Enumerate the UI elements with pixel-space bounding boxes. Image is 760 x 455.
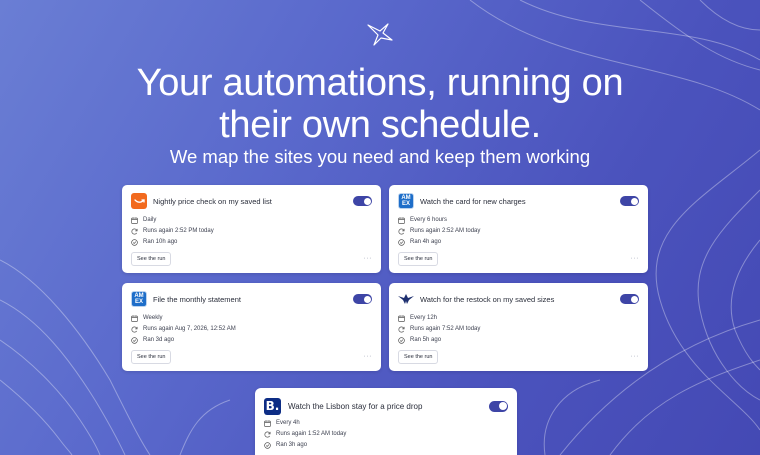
next-run-row: Runs again 7:52 AM today: [398, 324, 480, 334]
see-the-run-button[interactable]: See the run: [398, 252, 439, 266]
last-run-text: Ran 3h ago: [276, 442, 308, 448]
check-circle-icon: [131, 238, 138, 246]
check-circle-icon: [398, 238, 405, 246]
refresh-icon: [398, 228, 405, 235]
last-run-text: Ran 4h ago: [410, 239, 442, 245]
frequency-text: Daily: [143, 217, 157, 223]
last-run-row: Ran 10h ago: [131, 237, 177, 247]
calendar-icon: [264, 419, 271, 427]
check-circle-icon: [398, 336, 405, 344]
frequency-row: Daily: [131, 215, 156, 225]
enabled-toggle[interactable]: [620, 196, 639, 206]
check-circle-icon: [264, 441, 271, 449]
last-run-row: Ran 3d ago: [131, 335, 174, 345]
next-run-row: Runs again Aug 7, 2026, 12:52 AM: [131, 324, 236, 334]
frequency-row: Every 12h: [398, 313, 437, 323]
frequency-text: Every 12h: [410, 315, 438, 321]
hero-subheadline: We map the sites you need and keep them …: [169, 146, 591, 167]
next-run-row: Runs again 2:52 PM today: [131, 226, 214, 236]
hero-headline: Your automations, running on their own s…: [0, 62, 760, 146]
last-run-row: Ran 3h ago: [264, 440, 307, 450]
more-options-icon[interactable]: ···: [364, 353, 373, 360]
enabled-toggle[interactable]: [353, 294, 372, 304]
frequency-text: Every 6 hours: [410, 217, 448, 223]
frequency-row: Every 6 hours: [398, 215, 447, 225]
calendar-icon: [131, 314, 138, 322]
next-run-text: Runs again 7:52 AM today: [410, 326, 481, 332]
last-run-text: Ran 10h ago: [143, 239, 178, 245]
enabled-toggle[interactable]: [489, 400, 508, 412]
see-the-run-button[interactable]: See the run: [131, 252, 172, 266]
next-run-row: Runs again 2:52 AM today: [398, 226, 480, 236]
bird-logo-icon: [398, 291, 414, 307]
automation-card[interactable]: AM EX File the monthly statement Weekly …: [122, 283, 381, 371]
more-options-icon[interactable]: ···: [364, 255, 373, 262]
automation-card[interactable]: Watch for the restock on my saved sizes …: [389, 283, 648, 371]
next-run-text: Runs again Aug 7, 2026, 12:52 AM: [143, 326, 236, 332]
amex-icon: AM EX: [398, 193, 414, 209]
frequency-row: Every 4h: [264, 418, 300, 428]
frequency-text: Weekly: [143, 315, 163, 321]
refresh-icon: [131, 228, 138, 235]
frequency-text: Every 4h: [276, 420, 300, 426]
refresh-icon: [264, 431, 271, 438]
next-run-text: Runs again 2:52 AM today: [410, 228, 481, 234]
brand-logo-icon: [367, 23, 393, 46]
headline-line-1: Your automations, running on: [136, 62, 624, 104]
refresh-icon: [398, 326, 405, 333]
automation-card[interactable]: Nightly price check on my saved list Dai…: [122, 185, 381, 273]
refresh-icon: [131, 326, 138, 333]
booking-icon: B.: [264, 397, 281, 415]
next-run-text: Runs again 2:52 PM today: [143, 228, 214, 234]
last-run-text: Ran 3d ago: [143, 337, 175, 343]
automation-card[interactable]: B. Watch the Lisbon stay for a price dro…: [255, 388, 517, 455]
next-run-row: Runs again 1:52 AM today: [264, 429, 346, 439]
check-circle-icon: [131, 336, 138, 344]
automation-card[interactable]: AM EX Watch the card for new charges Eve…: [389, 185, 648, 273]
calendar-icon: [398, 314, 405, 322]
amex-icon: AM EX: [131, 291, 147, 307]
automation-title: File the monthly statement: [153, 294, 241, 304]
last-run-row: Ran 5h ago: [398, 335, 441, 345]
automation-title: Watch for the restock on my saved sizes: [420, 294, 555, 304]
see-the-run-button[interactable]: See the run: [131, 350, 172, 364]
last-run-row: Ran 4h ago: [398, 237, 441, 247]
amazon-smile-icon: [131, 193, 147, 209]
enabled-toggle[interactable]: [353, 196, 372, 206]
enabled-toggle[interactable]: [620, 294, 639, 304]
frequency-row: Weekly: [131, 313, 163, 323]
last-run-text: Ran 5h ago: [410, 337, 442, 343]
calendar-icon: [398, 216, 405, 224]
next-run-text: Runs again 1:52 AM today: [276, 431, 347, 437]
automation-title: Watch the card for new charges: [420, 196, 526, 206]
automation-title: Nightly price check on my saved list: [153, 196, 272, 206]
see-the-run-button[interactable]: See the run: [398, 350, 439, 364]
more-options-icon[interactable]: ···: [631, 353, 640, 360]
calendar-icon: [131, 216, 138, 224]
headline-line-2: their own schedule.: [219, 104, 541, 146]
more-options-icon[interactable]: ···: [631, 255, 640, 262]
automation-title: Watch the Lisbon stay for a price drop: [288, 401, 423, 411]
